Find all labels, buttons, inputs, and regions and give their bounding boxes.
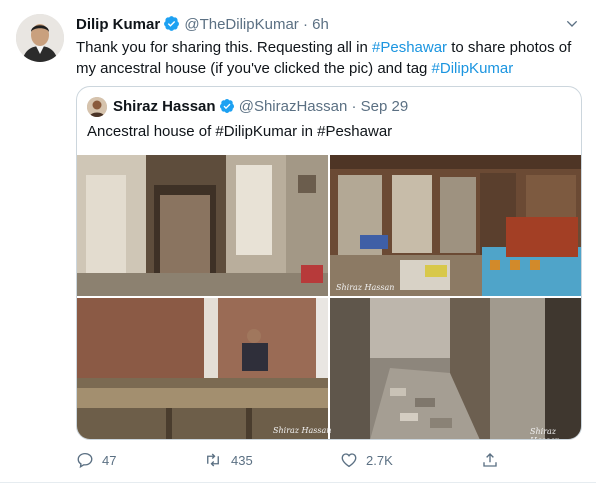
photo-rubble-image bbox=[330, 298, 581, 439]
chevron-down-icon[interactable] bbox=[564, 16, 580, 32]
tweet-text-part: Thank you for sharing this. Requesting a… bbox=[76, 39, 372, 56]
retweet-count: 435 bbox=[231, 452, 253, 468]
reply-count: 47 bbox=[102, 452, 117, 468]
tweet-header: Dilip Kumar @TheDilipKumar · 6h bbox=[76, 15, 580, 35]
hashtag-link[interactable]: #DilipKumar bbox=[432, 60, 514, 77]
tweet-text: Thank you for sharing this. Requesting a… bbox=[76, 37, 576, 79]
action-bar: 47 435 2.7K bbox=[76, 448, 576, 472]
quoted-avatar-image bbox=[87, 97, 107, 117]
photo-room[interactable]: Shiraz Hassan bbox=[330, 155, 581, 296]
retweet-icon bbox=[207, 453, 219, 467]
quoted-text: Ancestral house of #DilipKumar in #Pesha… bbox=[87, 123, 393, 140]
verified-badge-icon bbox=[219, 98, 235, 120]
watermark: Shiraz Hassan bbox=[336, 283, 395, 292]
photo-rubble[interactable]: Shiraz Hassan bbox=[330, 298, 581, 439]
avatar[interactable] bbox=[16, 14, 64, 62]
reply-button[interactable]: 47 bbox=[76, 448, 116, 472]
quoted-tweet[interactable]: Shiraz Hassan @ShirazHassan · Sep 29 Anc… bbox=[76, 86, 582, 440]
separator: · bbox=[302, 16, 308, 33]
share-button[interactable] bbox=[481, 448, 507, 472]
verified-badge-icon bbox=[163, 15, 180, 38]
like-button[interactable]: 2.7K bbox=[340, 448, 393, 472]
photo-roof[interactable] bbox=[77, 298, 328, 439]
display-name[interactable]: Dilip Kumar bbox=[76, 16, 160, 33]
quoted-timestamp[interactable]: Sep 29 bbox=[361, 98, 409, 115]
quoted-display-name[interactable]: Shiraz Hassan bbox=[113, 98, 216, 115]
photo-doorway[interactable] bbox=[77, 155, 328, 296]
photo-room-image bbox=[330, 155, 581, 296]
user-handle[interactable]: @TheDilipKumar bbox=[184, 16, 298, 33]
watermark: Shiraz Hassan bbox=[530, 427, 560, 439]
tweet[interactable]: Dilip Kumar @TheDilipKumar · 6h Thank yo… bbox=[0, 0, 596, 483]
like-icon bbox=[341, 453, 357, 468]
timestamp[interactable]: 6h bbox=[312, 16, 329, 33]
retweet-button[interactable]: 435 bbox=[203, 448, 253, 472]
like-count: 2.7K bbox=[366, 452, 393, 468]
reply-icon bbox=[77, 452, 93, 469]
photo-roof-image bbox=[77, 298, 328, 439]
share-icon bbox=[483, 453, 497, 467]
separator: · bbox=[351, 98, 357, 115]
quoted-header: Shiraz Hassan @ShirazHassan · Sep 29 bbox=[113, 97, 408, 120]
hashtag-link[interactable]: #Peshawar bbox=[372, 39, 447, 56]
avatar-image bbox=[16, 14, 64, 62]
photo-doorway-image bbox=[77, 155, 328, 296]
quoted-avatar[interactable] bbox=[87, 97, 107, 117]
watermark: Shiraz Hassan bbox=[273, 426, 332, 435]
quoted-handle[interactable]: @ShirazHassan bbox=[239, 98, 348, 115]
